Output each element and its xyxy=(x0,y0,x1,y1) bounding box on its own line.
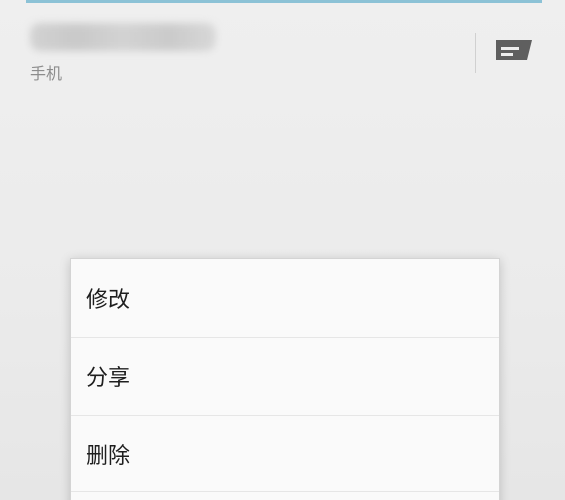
row-divider xyxy=(475,33,476,73)
menu-divider xyxy=(71,491,499,492)
send-message-button[interactable] xyxy=(484,28,544,78)
phone-type-label: 手机 xyxy=(30,64,63,83)
context-menu: 修改 分享 删除 xyxy=(70,258,500,500)
blurred-phone-number xyxy=(30,23,216,51)
contact-detail-screen: 手机 修改 分享 删除 xyxy=(0,0,565,500)
menu-item-share[interactable]: 分享 xyxy=(71,337,499,415)
menu-item-edit[interactable]: 修改 xyxy=(71,259,499,337)
message-icon xyxy=(494,38,534,68)
phone-number-row[interactable]: 手机 xyxy=(0,3,565,95)
menu-item-delete[interactable]: 删除 xyxy=(71,415,499,493)
